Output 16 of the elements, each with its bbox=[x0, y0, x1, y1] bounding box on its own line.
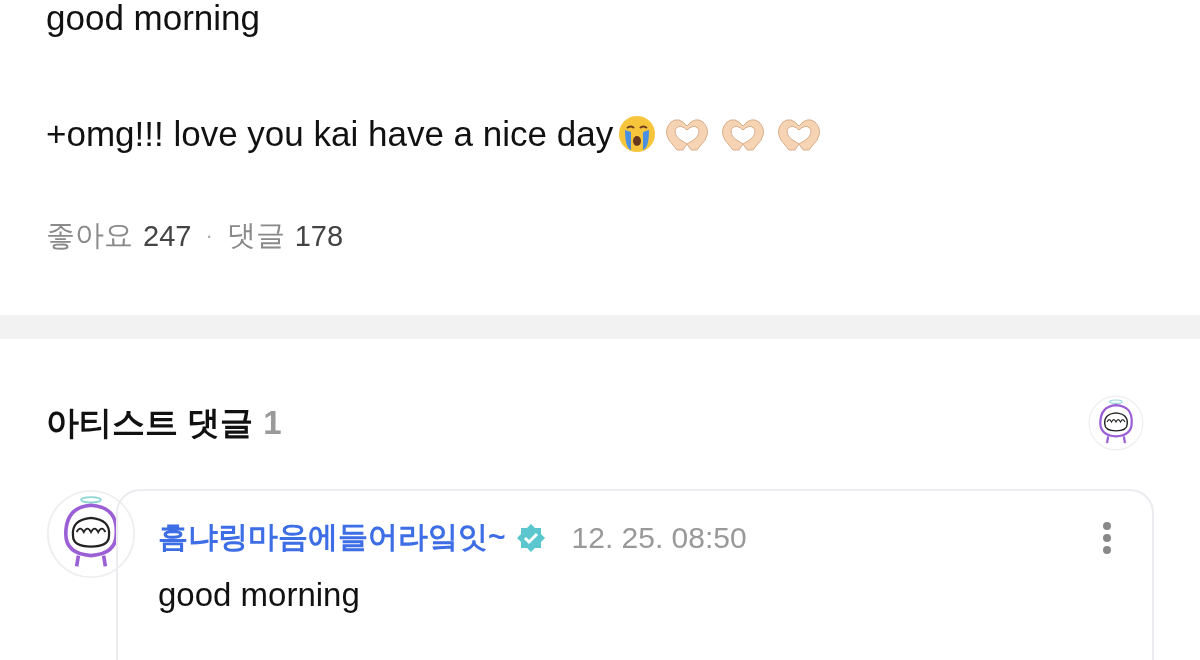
post-text: good morning bbox=[46, 0, 261, 38]
comment-author[interactable]: 흠냐링마음에들어라잌잇~ bbox=[158, 517, 506, 558]
post-text: +omg!!! love you kai have a nice day bbox=[46, 114, 614, 154]
more-options-icon[interactable] bbox=[1102, 520, 1112, 555]
commenter-avatar[interactable] bbox=[46, 489, 136, 579]
comment-text: good morning bbox=[158, 576, 361, 614]
artist-avatar[interactable] bbox=[1088, 395, 1144, 451]
comment-count: 1 bbox=[263, 403, 282, 441]
stat-label: 좋아요 bbox=[46, 218, 133, 253]
stat-count: 178 bbox=[294, 219, 344, 253]
comment-time: 12. 25. 08:50 bbox=[571, 520, 748, 555]
separator-dot: · bbox=[205, 223, 213, 249]
stat-label: 댓글 bbox=[226, 218, 285, 253]
crying-face-icon bbox=[617, 114, 658, 154]
section-title: 아티스트 댓글 bbox=[46, 403, 254, 441]
stat-count: 247 bbox=[143, 219, 192, 253]
